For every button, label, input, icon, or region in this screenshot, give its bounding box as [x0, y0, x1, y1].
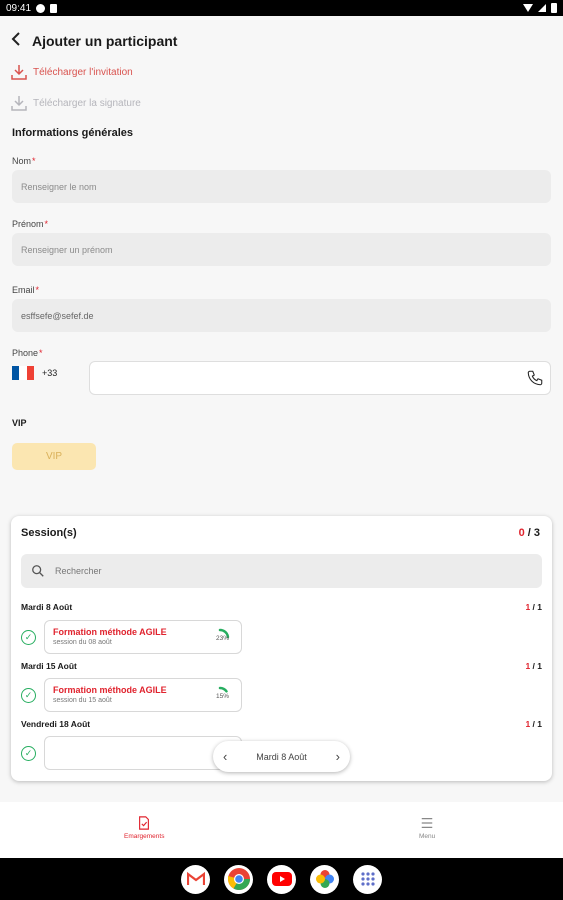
nom-label: Nom*: [12, 156, 36, 166]
vip-label: VIP: [12, 418, 27, 428]
status-time: 09:41: [6, 2, 32, 14]
nav-emargements[interactable]: Emargements: [124, 816, 164, 840]
email-label: Email*: [12, 285, 40, 295]
sessions-title: Session(s): [21, 527, 77, 539]
session-item[interactable]: ✓ Formation méthode AGILE session du 08 …: [21, 620, 242, 654]
email-field[interactable]: esffsefe@sefef.de: [12, 299, 551, 332]
vip-toggle-text: VIP: [45, 451, 63, 462]
nav-emargements-label: Emargements: [124, 833, 165, 840]
session-item[interactable]: ✓: [21, 736, 242, 770]
session-card[interactable]: Formation méthode AGILE session du 15 ao…: [44, 678, 242, 712]
battery-icon: [551, 3, 557, 13]
section-title: Informations générales: [12, 127, 134, 139]
session-subtitle: session du 08 août: [53, 639, 112, 646]
download-invitation-button[interactable]: Télécharger l'invitation: [11, 64, 133, 80]
download-icon: [11, 96, 27, 111]
android-taskbar: [0, 858, 563, 900]
sessions-search-input[interactable]: Rechercher: [21, 554, 542, 588]
wifi-icon: [523, 4, 533, 12]
document-check-icon: [139, 816, 150, 830]
signal-icon: [538, 4, 546, 12]
phone-icon: [527, 370, 543, 386]
page-header: Ajouter un participant: [10, 30, 177, 51]
nav-menu-label: Menu: [419, 833, 436, 840]
apps-icon[interactable]: [353, 864, 382, 894]
progress-percent: 15%: [215, 693, 229, 700]
nom-field[interactable]: Renseigner le nom: [12, 170, 551, 203]
vip-toggle[interactable]: VIP: [12, 443, 96, 470]
country-code: +33: [42, 368, 58, 378]
prenom-field[interactable]: Renseigner un prénom: [12, 233, 551, 266]
back-arrow-icon[interactable]: [10, 30, 24, 51]
chevron-left-icon[interactable]: ‹: [223, 749, 227, 764]
chevron-right-icon[interactable]: ›: [336, 749, 340, 764]
day-header: Mardi 8 Août 1 / 1: [21, 602, 542, 612]
session-name: Formation méthode AGILE: [53, 685, 167, 695]
youtube-icon[interactable]: [267, 864, 296, 894]
download-invitation-label: Télécharger l'invitation: [33, 66, 133, 78]
nav-menu[interactable]: Menu: [419, 816, 435, 840]
search-icon: [32, 565, 44, 577]
bottom-navigation: Emargements Menu: [0, 802, 563, 858]
date-navigator: ‹ Mardi 8 Août ›: [213, 741, 350, 772]
prenom-label: Prénom*: [12, 219, 49, 229]
session-name: Formation méthode AGILE: [53, 627, 167, 637]
session-subtitle: session du 15 août: [53, 697, 112, 704]
search-placeholder: Rechercher: [55, 566, 102, 576]
progress-percent: 23%: [215, 635, 229, 642]
day-header: Mardi 15 Août 1 / 1: [21, 661, 542, 671]
download-icon: [11, 65, 27, 80]
sim-icon: [50, 3, 58, 13]
settings-icon: [36, 3, 46, 13]
day-header: Vendredi 18 Août 1 / 1: [21, 719, 542, 729]
check-circle-icon: ✓: [21, 687, 36, 703]
phone-input[interactable]: [89, 361, 551, 395]
page-title: Ajouter un participant: [32, 32, 178, 49]
photos-icon[interactable]: [310, 864, 339, 894]
gmail-icon[interactable]: [181, 864, 210, 894]
france-flag-icon: [12, 366, 34, 380]
check-circle-icon: ✓: [21, 745, 36, 761]
chrome-icon[interactable]: [224, 864, 253, 894]
phone-label: Phone*: [12, 348, 43, 358]
status-bar: 09:41: [0, 0, 563, 16]
check-circle-icon: ✓: [21, 629, 36, 645]
sessions-counter: 0 / 3: [518, 527, 540, 539]
download-signature-button[interactable]: Télécharger la signature: [11, 95, 141, 111]
country-code-selector[interactable]: +33: [12, 366, 57, 380]
current-date-label: Mardi 8 Août: [256, 751, 307, 762]
session-card[interactable]: Formation méthode AGILE session du 08 ao…: [44, 620, 242, 654]
menu-icon: [421, 817, 433, 829]
session-item[interactable]: ✓ Formation méthode AGILE session du 15 …: [21, 678, 242, 712]
download-signature-label: Télécharger la signature: [33, 97, 141, 109]
